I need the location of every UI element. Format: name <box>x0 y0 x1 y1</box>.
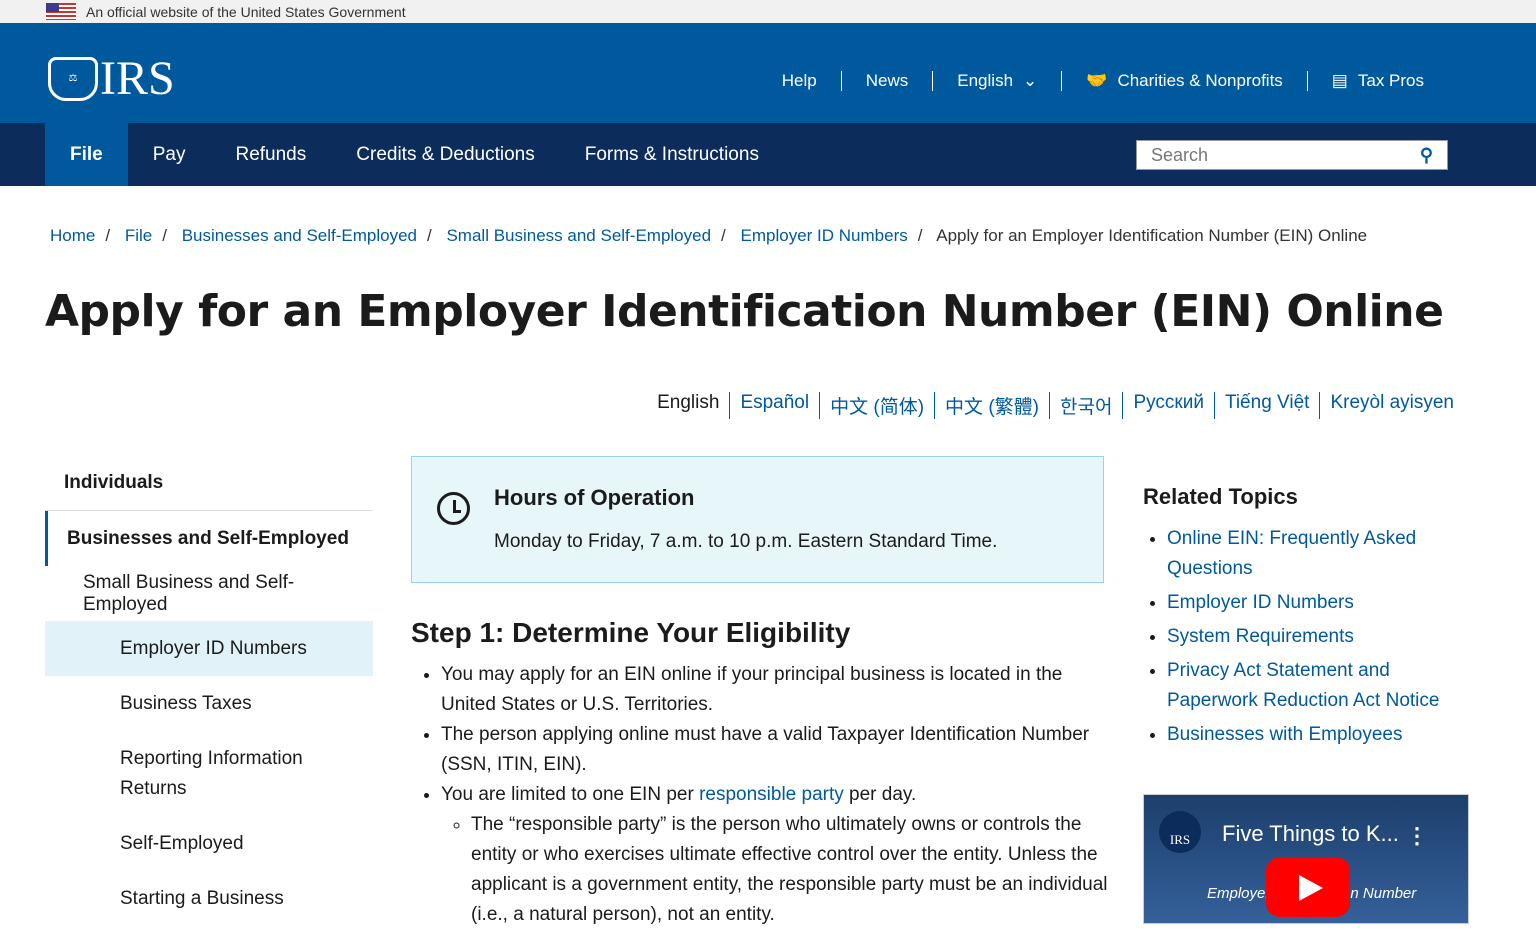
crumb-ein[interactable]: Employer ID Numbers <box>741 226 908 245</box>
sidebar-item-small-business[interactable]: Small Business and Self-Employed <box>45 566 373 621</box>
taxpros-label: Tax Pros <box>1357 71 1424 90</box>
video-title: Five Things to K... <box>1222 821 1399 846</box>
lang-spanish[interactable]: Español <box>740 392 809 413</box>
lang-chinese-traditional[interactable]: 中文 (繁體) <box>945 397 1039 418</box>
crumb-small-business[interactable]: Small Business and Self-Employed <box>446 226 711 245</box>
sidebar-item-individuals[interactable]: Individuals <box>45 456 373 511</box>
news-link[interactable]: News <box>840 71 933 91</box>
youtube-video[interactable]: IRS Five Things to K... ⋮ Employer Ident… <box>1143 794 1469 924</box>
sidebar-item-businesses[interactable]: Businesses and Self-Employed <box>45 511 373 566</box>
clock-icon <box>437 492 470 525</box>
sidebar-item-business-taxes[interactable]: Business Taxes <box>45 676 373 731</box>
hours-text: Monday to Friday, 7 a.m. to 10 p.m. East… <box>494 531 998 552</box>
lang-creole[interactable]: Kreyòl ayisyen <box>1330 392 1454 413</box>
nav-forms[interactable]: Forms & Instructions <box>560 123 784 186</box>
channel-logo: IRS <box>1159 811 1201 853</box>
text: per day. <box>843 784 917 805</box>
play-icon[interactable] <box>1266 857 1350 917</box>
crumb-home[interactable]: Home <box>50 226 95 245</box>
crumb-current: Apply for an Employer Identification Num… <box>936 226 1368 245</box>
help-link[interactable]: Help <box>758 71 841 91</box>
search-placeholder: Search <box>1151 144 1209 165</box>
sidebar-item-self-employed[interactable]: Self-Employed <box>45 816 373 871</box>
step1-heading: Step 1: Determine Your Eligibility <box>411 617 851 648</box>
sidebar-item-reporting[interactable]: Reporting Information Returns <box>45 731 325 816</box>
lang-russian[interactable]: Русский <box>1133 392 1204 413</box>
charities-label: Charities & Nonprofits <box>1117 71 1283 90</box>
taxpros-link[interactable]: ▤ Tax Pros <box>1306 71 1448 91</box>
nav-credits[interactable]: Credits & Deductions <box>331 123 559 186</box>
irs-logo[interactable]: ⚖ IRS <box>48 51 175 106</box>
search-input[interactable]: Search ⚲ <box>1136 140 1448 170</box>
related-link[interactable]: Privacy Act Statement and Paperwork Redu… <box>1167 660 1439 711</box>
lang-chinese-simplified[interactable]: 中文 (简体) <box>830 397 924 418</box>
related-title: Related Topics <box>1143 484 1298 509</box>
list-item: You are limited to one EIN per responsib… <box>441 780 1111 930</box>
sidebar-nav: Individuals Businesses and Self-Employed… <box>45 456 373 926</box>
page-title: Apply for an Employer Identification Num… <box>45 286 1444 337</box>
breadcrumb: Home / File / Businesses and Self-Employed… <box>50 226 1368 245</box>
lang-korean[interactable]: 한국어 <box>1060 397 1112 418</box>
related-link[interactable]: System Requirements <box>1167 626 1354 647</box>
language-links: English Español 中文 (简体) 中文 (繁體) 한국어 Русс… <box>647 392 1464 419</box>
list-item: You may apply for an EIN online if your … <box>441 660 1111 720</box>
hours-alert: Hours of Operation Monday to Friday, 7 a… <box>411 456 1104 583</box>
related-topics: Related Topics Online EIN: Frequently As… <box>1143 482 1483 754</box>
lang-vietnamese[interactable]: Tiếng Việt <box>1225 392 1310 413</box>
related-link[interactable]: Employer ID Numbers <box>1167 592 1354 613</box>
us-flag-icon <box>46 3 76 20</box>
nav-pay[interactable]: Pay <box>128 123 211 186</box>
language-label: English <box>957 71 1014 90</box>
nav-file[interactable]: File <box>45 123 128 186</box>
text: You are limited to one EIN per <box>441 784 700 805</box>
main-nav: File Pay Refunds Credits & Deductions Fo… <box>0 123 1536 186</box>
logo-text: IRS <box>100 52 175 105</box>
language-dropdown[interactable]: English ⌄ <box>932 71 1061 91</box>
header: ⚖ IRS Help News English ⌄ 🤝 Charities & Non… <box>0 23 1536 123</box>
nav-refunds[interactable]: Refunds <box>210 123 331 186</box>
more-options-icon[interactable]: ⋮ <box>1406 823 1428 849</box>
chevron-down-icon: ⌄ <box>1023 71 1038 90</box>
lang-english: English <box>657 392 720 413</box>
list-item: The “responsible party” is the person wh… <box>471 810 1111 930</box>
eagle-seal-icon: ⚖ <box>48 56 98 101</box>
crumb-file[interactable]: File <box>125 226 152 245</box>
related-link[interactable]: Online EIN: Frequently Asked Questions <box>1167 528 1416 579</box>
search-icon[interactable]: ⚲ <box>1420 145 1433 166</box>
main-content: Step 1: Determine Your Eligibility You m… <box>411 618 1111 930</box>
gov-banner-text: An official website of the United States… <box>86 3 406 20</box>
responsible-party-link[interactable]: responsible party <box>699 784 844 805</box>
sidebar-item-ein[interactable]: Employer ID Numbers <box>45 621 373 676</box>
gov-banner: An official website of the United States… <box>0 0 1536 23</box>
sidebar-item-starting[interactable]: Starting a Business <box>45 871 373 926</box>
charities-link[interactable]: 🤝 Charities & Nonprofits <box>1061 71 1307 91</box>
handshake-icon: 🤝 <box>1086 71 1108 90</box>
list-item: The person applying online must have a v… <box>441 720 1111 780</box>
crumb-businesses[interactable]: Businesses and Self-Employed <box>182 226 417 245</box>
document-icon: ▤ <box>1331 71 1348 90</box>
related-link[interactable]: Businesses with Employees <box>1167 724 1403 745</box>
hours-title: Hours of Operation <box>494 485 695 510</box>
